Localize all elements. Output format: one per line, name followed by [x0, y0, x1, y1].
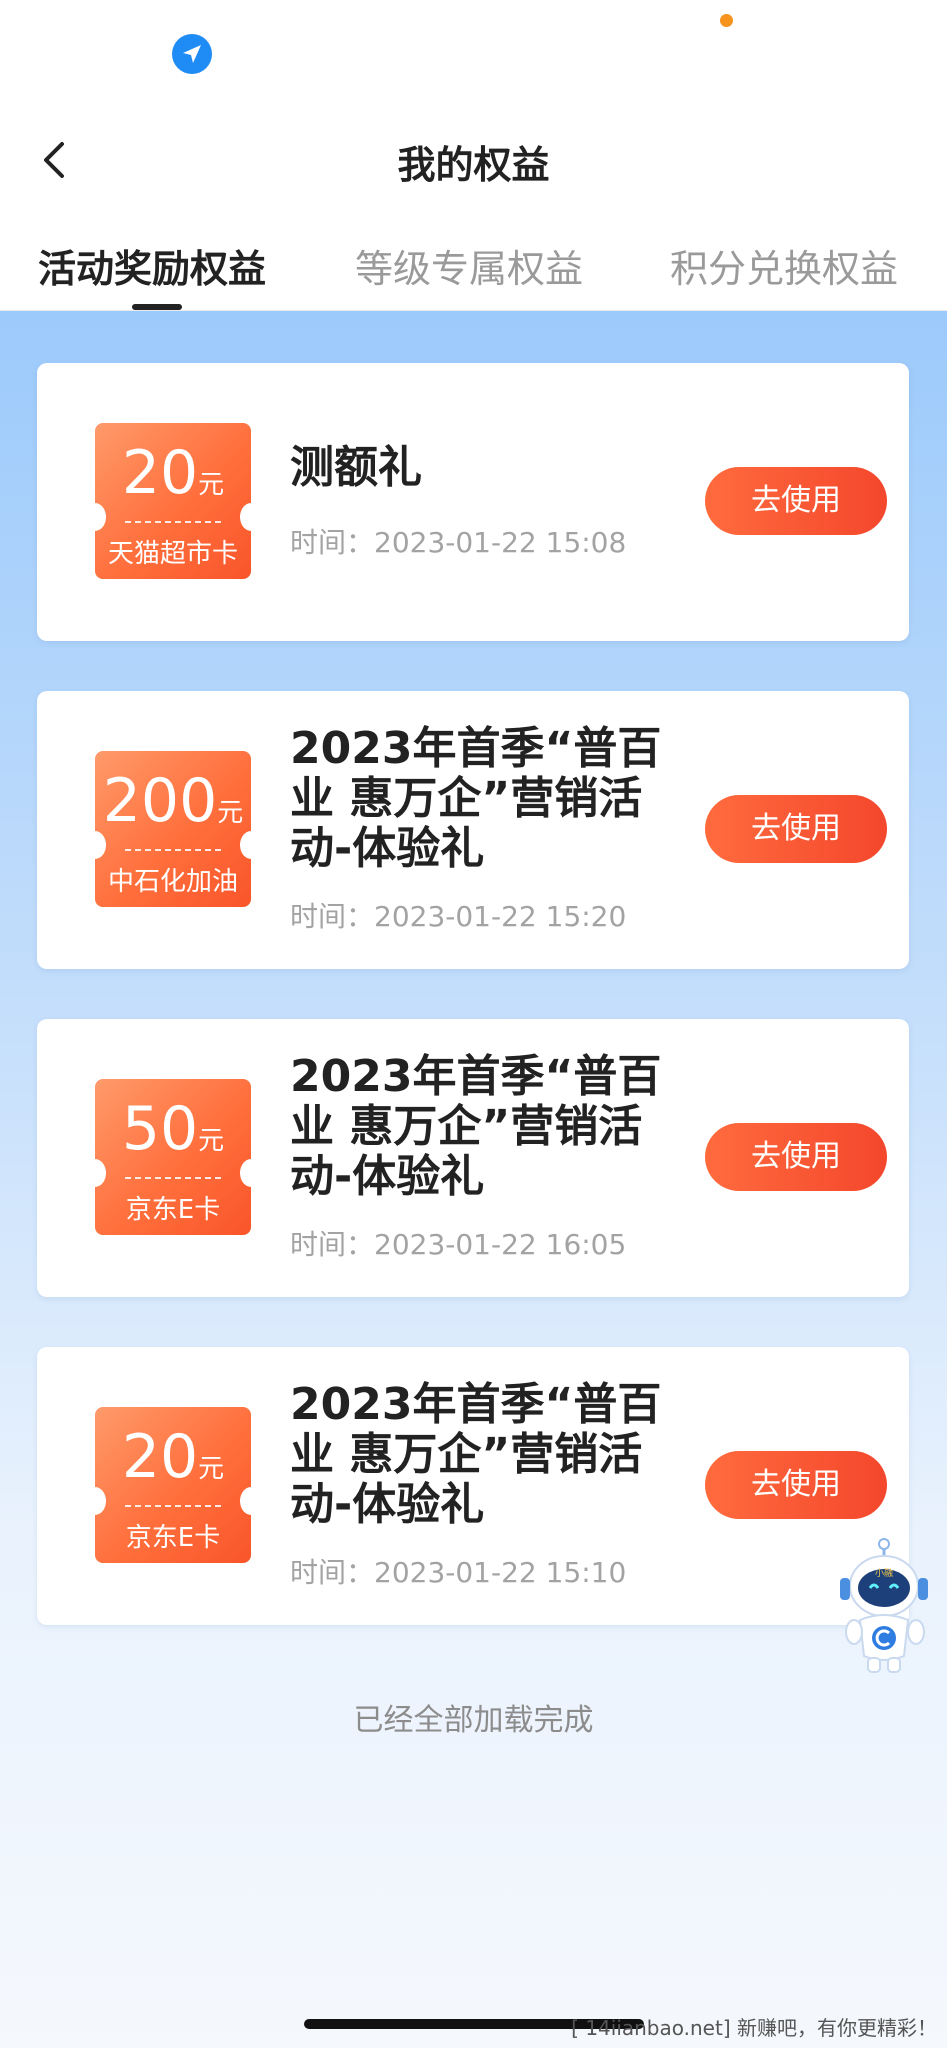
watermark-text: [ 14iianbao.net] 新赚吧，有你更精彩！ — [571, 2016, 937, 2040]
reward-card: 20元 天猫超市卡 测额礼 时间：2023-01-22 15:08 去使用 — [37, 363, 909, 641]
coupon-amount: 20元 — [121, 438, 225, 508]
reward-time: 时间：2023-01-22 16:05 — [290, 1228, 627, 1261]
coupon-amount: 20元 — [121, 1422, 225, 1492]
reward-time: 时间：2023-01-22 15:10 — [290, 1556, 627, 1589]
page-title: 我的权益 — [397, 143, 550, 187]
coupon-card-type: 中石化加油 — [107, 867, 238, 897]
use-button[interactable]: 去使用 — [705, 467, 887, 535]
reward-card: 20元 京东E卡 2023年首季“普百业 惠万企”营销活动-体验礼 时间：202… — [37, 1347, 909, 1625]
coupon-badge: 20元 天猫超市卡 — [95, 423, 251, 579]
active-tab-indicator — [132, 304, 182, 310]
coupon-card-type: 京东E卡 — [125, 1523, 221, 1553]
reward-card: 200元 中石化加油 2023年首季“普百业 惠万企”营销活动-体验礼 时间：2… — [37, 691, 909, 969]
coupon-badge: 50元 京东E卡 — [95, 1079, 251, 1235]
use-button[interactable]: 去使用 — [705, 1123, 887, 1191]
location-arrow-icon — [172, 34, 212, 74]
coupon-badge: 200元 中石化加油 — [95, 751, 251, 907]
coupon-card-type: 天猫超市卡 — [107, 539, 238, 569]
status-dot — [720, 14, 733, 27]
coupon-amount: 50元 — [121, 1094, 225, 1164]
use-button[interactable]: 去使用 — [705, 1451, 887, 1519]
tab-level-rewards[interactable]: 等级专属权益 — [355, 238, 583, 293]
reward-title: 2023年首季“普百业 惠万企”营销活动-体验礼 — [290, 723, 662, 874]
reward-title: 测额礼 — [290, 442, 422, 493]
reward-card: 50元 京东E卡 2023年首季“普百业 惠万企”营销活动-体验礼 时间：202… — [37, 1019, 909, 1297]
use-button[interactable]: 去使用 — [705, 795, 887, 863]
rewards-list: 20元 天猫超市卡 测额礼 时间：2023-01-22 15:08 去使用 20… — [0, 311, 947, 2048]
robot-assistant-icon[interactable]: 小融 — [836, 1538, 932, 1678]
reward-time: 时间：2023-01-22 15:08 — [290, 526, 627, 559]
coupon-badge: 20元 京东E卡 — [95, 1407, 251, 1563]
reward-title: 2023年首季“普百业 惠万企”营销活动-体验礼 — [290, 1051, 662, 1202]
tab-activity-rewards[interactable]: 活动奖励权益 — [38, 238, 266, 293]
coupon-amount: 200元 — [102, 766, 244, 836]
coupon-card-type: 京东E卡 — [125, 1195, 221, 1225]
tab-points-exchange[interactable]: 积分兑换权益 — [670, 238, 898, 293]
tab-bar: 活动奖励权益 等级专属权益 积分兑换权益 — [0, 210, 947, 311]
nav-bar: 我的权益 — [0, 110, 947, 210]
assistant-badge: 小融 — [875, 1568, 893, 1579]
reward-time: 时间：2023-01-22 15:20 — [290, 900, 627, 933]
reward-title: 2023年首季“普百业 惠万企”营销活动-体验礼 — [290, 1379, 662, 1530]
status-bar — [0, 0, 947, 110]
load-complete-text: 已经全部加载完成 — [353, 1703, 594, 1738]
